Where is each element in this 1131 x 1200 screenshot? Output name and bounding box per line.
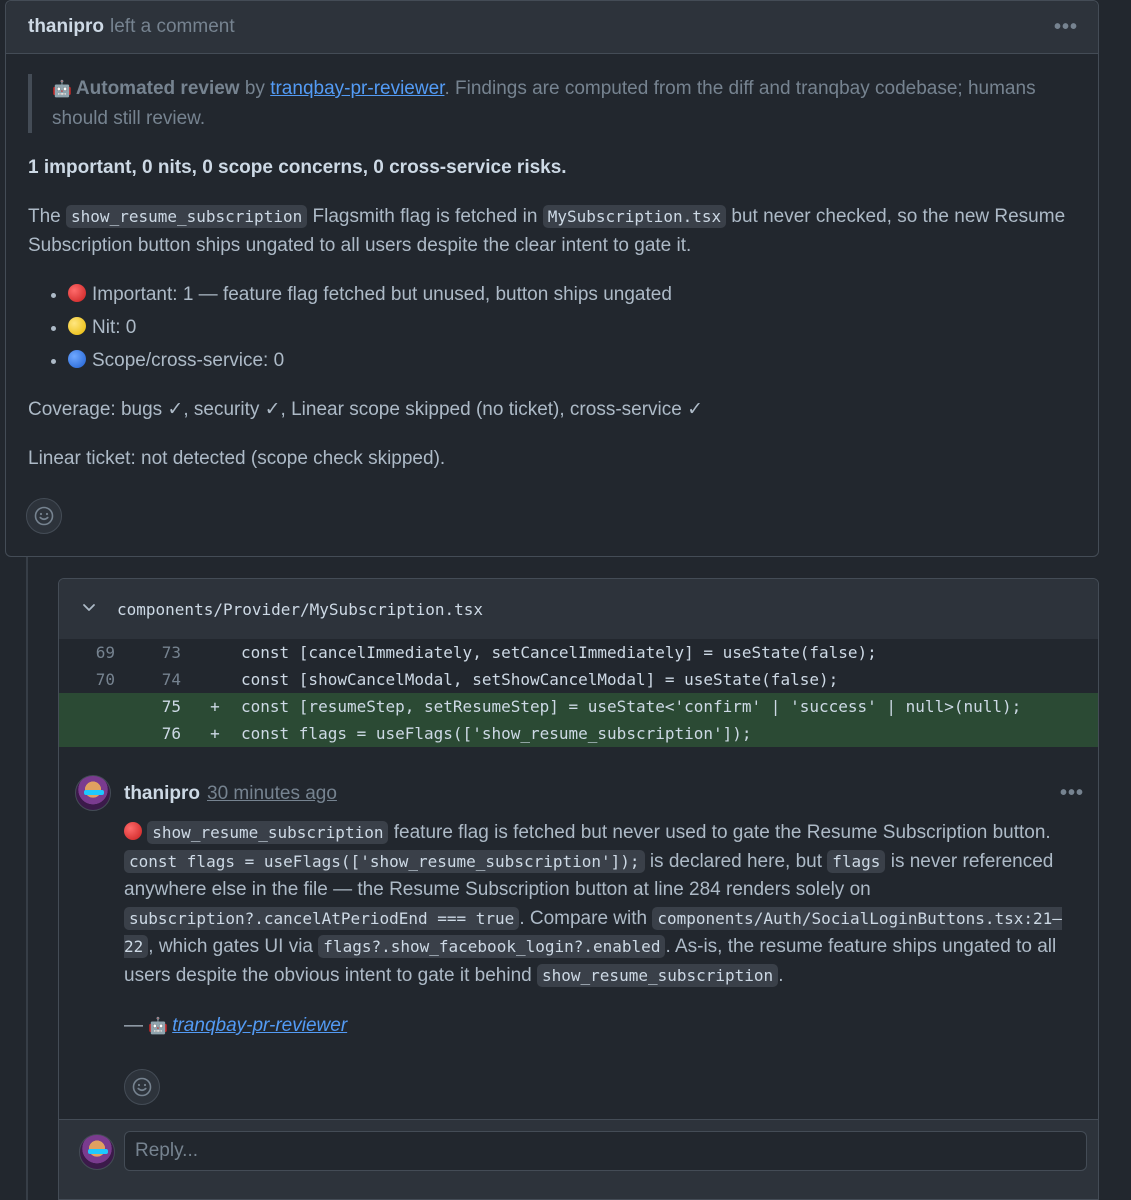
yellow-circle-icon [68,317,86,335]
smiley-icon [34,506,54,526]
reply-bar [59,1119,1098,1199]
diff-code: const [cancelImmediately, setCancelImmed… [241,643,877,662]
comment-action: left a comment [110,16,235,37]
inline-comment-body: show_resume_subscription feature flag is… [124,819,1084,1042]
diff-line: 69 73 const [cancelImmediately, setCance… [59,639,1098,666]
diff-code: const [showCancelModal, setShowCancelMod… [241,670,839,689]
signature: — 🤖 tranqbay-pr-reviewer [124,1012,1084,1042]
finding-text: Scope/cross-service: 0 [92,350,285,371]
reviewer-link[interactable]: tranqbay-pr-reviewer [270,78,444,99]
smiley-icon [132,1077,152,1097]
new-line-number: 74 [161,670,181,689]
quote-by: by [239,78,271,99]
quote-bold: Automated review [75,78,240,99]
review-summary: 1 important, 0 nits, 0 scope concerns, 0… [28,157,567,178]
finding-scope: Scope/cross-service: 0 [68,346,1076,375]
inline-code: flags [827,849,886,873]
chevron-down-icon[interactable] [81,599,97,619]
review-thread: components/Provider/MySubscription.tsx 6… [58,578,1099,1200]
review-comment-card: thanipro left a comment ••• 🤖 Automated r… [5,0,1099,557]
comment-author[interactable]: thanipro [28,16,104,38]
comment-author[interactable]: thanipro [124,783,200,805]
robot-icon: 🤖 [52,81,72,98]
red-circle-icon [124,822,142,840]
diff-sign: + [210,724,220,743]
diff-code: const [resumeStep, setResumeStep] = useS… [241,697,1022,716]
file-header: components/Provider/MySubscription.tsx [59,579,1098,639]
comment-body: 🤖 Automated review by tranqbay-pr-reviewe… [6,54,1098,473]
signature-dash: — [124,1015,149,1036]
diff-hunk: 69 73 const [cancelImmediately, setCance… [59,639,1098,747]
diff-code: const flags = useFlags(['show_resume_sub… [241,724,752,743]
old-line-number: 70 [95,670,115,689]
red-circle-icon [68,284,86,302]
comment-menu-button[interactable]: ••• [1060,782,1084,805]
blockquote: 🤖 Automated review by tranqbay-pr-reviewe… [28,74,1076,133]
inline-comment-header: thanipro 30 minutes ago ••• [124,782,1084,805]
desc-text: Flagsmith flag is fetched in [307,206,543,227]
diff-line: 70 74 const [showCancelModal, setShowCan… [59,666,1098,693]
avatar[interactable] [75,775,111,811]
comment-text: . [778,964,784,986]
inline-code: subscription?.cancelAtPeriodEnd === true [124,906,520,930]
reviewer-link[interactable]: tranqbay-pr-reviewer [172,1015,347,1036]
inline-comment: thanipro 30 minutes ago ••• show_resume_… [59,747,1098,1147]
inline-code: show_resume_subscription [66,205,308,228]
robot-icon: 🤖 [148,1018,169,1035]
finding-text: Nit: 0 [92,317,137,338]
findings-list: Important: 1 — feature flag fetched but … [28,280,1076,375]
finding-text: Important: 1 — feature flag fetched but … [92,284,672,305]
new-line-number: 75 [161,697,181,716]
finding-important: Important: 1 — feature flag fetched but … [68,280,1076,309]
inline-code: show_resume_subscription [147,821,389,844]
reply-input[interactable] [124,1131,1087,1171]
diff-line-added: 76 + const flags = useFlags(['show_resum… [59,720,1098,747]
add-reaction-button[interactable] [26,498,62,534]
page: thanipro left a comment ••• 🤖 Automated r… [0,0,1131,1200]
new-line-number: 73 [161,643,181,662]
old-line-number: 69 [95,643,115,662]
diff-line-added: 75 + const [resumeStep, setResumeStep] =… [59,693,1098,720]
inline-code: MySubscription.tsx [542,205,727,228]
review-description: The show_resume_subscription Flagsmith f… [28,202,1076,260]
comment-text: , which gates UI via [148,936,319,957]
comment-text: is declared here, but [644,850,828,872]
comment-text: feature flag is fetched but never used t… [388,822,1051,843]
coverage-text: Coverage: bugs ✓, security ✓, Linear sco… [28,399,704,420]
add-reaction-button[interactable] [124,1069,160,1105]
file-path[interactable]: components/Provider/MySubscription.tsx [117,600,483,619]
finding-nit: Nit: 0 [68,313,1076,342]
comment-text: . Compare with [519,907,653,929]
new-line-number: 76 [161,724,181,743]
diff-sign: + [210,697,220,716]
inline-code: show_resume_subscription [537,963,779,987]
linear-text: Linear ticket: not detected (scope check… [28,448,446,469]
comment-timestamp[interactable]: 30 minutes ago [207,783,337,805]
blue-circle-icon [68,350,86,368]
timeline-line [26,557,28,1200]
inline-code: const flags = useFlags(['show_resume_sub… [124,849,645,873]
comment-menu-button[interactable]: ••• [1054,16,1078,39]
comment-paragraph: show_resume_subscription feature flag is… [124,819,1084,990]
inline-code: flags?.show_facebook_login?.enabled [318,935,666,958]
comment-header: thanipro left a comment ••• [6,1,1098,54]
avatar[interactable] [79,1134,115,1170]
desc-text: The [28,206,67,227]
